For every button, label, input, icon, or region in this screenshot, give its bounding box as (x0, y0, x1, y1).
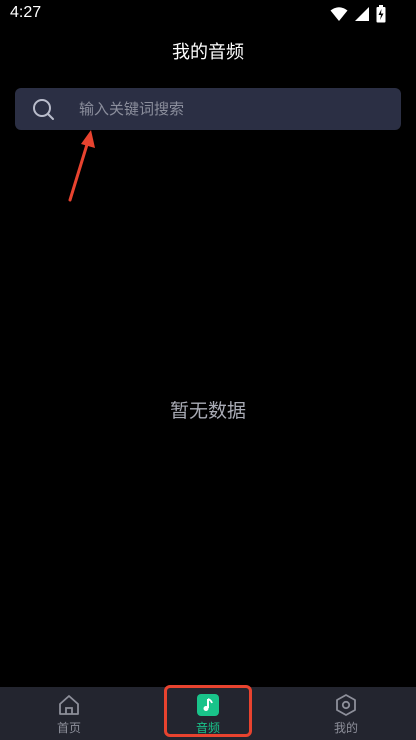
wifi-icon (330, 7, 348, 21)
nav-label-home: 首页 (56, 721, 81, 735)
search-icon (33, 99, 54, 120)
annotation-highlight-box (164, 685, 252, 737)
status-time: 4:27 (10, 4, 42, 21)
nav-item-home[interactable]: 首页 (44, 687, 94, 740)
empty-state-text: 暂无数据 (169, 400, 246, 422)
search-bar[interactable] (15, 88, 401, 130)
signal-icon (355, 7, 369, 21)
nav-label-mine: 我的 (333, 721, 358, 735)
status-icons (330, 5, 386, 23)
status-bar: 4:27 (0, 0, 416, 28)
app-screen: 4:27 我的音频 暂无数据 (0, 0, 416, 740)
battery-icon (376, 5, 386, 23)
nav-item-mine[interactable]: 我的 (321, 687, 371, 740)
page-title: 我的音频 (172, 42, 244, 63)
search-input[interactable] (79, 88, 379, 130)
annotation-arrow-icon (68, 130, 95, 202)
hexagon-settings-icon (336, 694, 356, 716)
home-icon (59, 695, 79, 715)
